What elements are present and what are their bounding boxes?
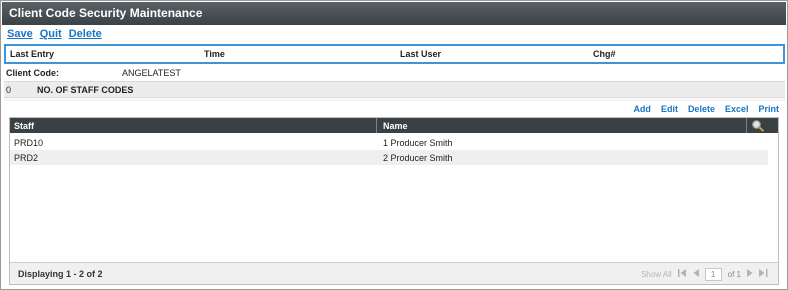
column-header-name[interactable]: Name bbox=[383, 121, 408, 131]
prev-page-icon[interactable] bbox=[693, 269, 699, 279]
time-label: Time bbox=[204, 49, 225, 59]
grid-header: Staff Name bbox=[10, 118, 778, 133]
grid-footer: Displaying 1 - 2 of 2 Show All 1 of 1 bbox=[10, 262, 778, 284]
search-icon[interactable] bbox=[751, 119, 765, 132]
displaying-count: Displaying 1 - 2 of 2 bbox=[18, 269, 103, 279]
client-code-label: Client Code: bbox=[6, 68, 59, 78]
name-cell: 2 Producer Smith bbox=[383, 153, 453, 163]
staff-codes-section-header: 0 NO. OF STAFF CODES bbox=[4, 82, 785, 98]
show-all-button[interactable]: Show All bbox=[641, 270, 672, 279]
name-cell: 1 Producer Smith bbox=[383, 138, 453, 148]
excel-button[interactable]: Excel bbox=[725, 104, 749, 114]
table-row[interactable]: PRD10 1 Producer Smith bbox=[10, 135, 768, 150]
audit-info-bar: Last Entry Time Last User Chg# bbox=[4, 44, 785, 64]
quit-button[interactable]: Quit bbox=[40, 28, 62, 42]
pager: Show All 1 of 1 bbox=[641, 267, 768, 281]
divider bbox=[4, 99, 785, 101]
print-button[interactable]: Print bbox=[758, 104, 779, 114]
grid-delete-button[interactable]: Delete bbox=[688, 104, 715, 114]
staff-cell: PRD10 bbox=[14, 138, 44, 148]
delete-button[interactable]: Delete bbox=[69, 28, 102, 42]
toolbar: Save Quit Delete bbox=[7, 28, 102, 42]
table-row[interactable]: PRD2 2 Producer Smith bbox=[10, 150, 768, 165]
staff-codes-label: NO. OF STAFF CODES bbox=[37, 85, 134, 95]
column-divider[interactable] bbox=[376, 118, 377, 133]
last-page-icon[interactable] bbox=[759, 269, 768, 279]
staff-codes-count: 0 bbox=[6, 85, 12, 95]
staff-grid: Staff Name PRD10 1 Producer Smith PRD2 2… bbox=[9, 117, 779, 285]
next-page-icon[interactable] bbox=[747, 269, 753, 279]
change-number-label: Chg# bbox=[593, 49, 616, 59]
client-code-value: ANGELATEST bbox=[122, 68, 181, 78]
page-total: of 1 bbox=[727, 269, 741, 279]
last-user-label: Last User bbox=[400, 49, 442, 59]
page-number-input[interactable]: 1 bbox=[704, 267, 722, 281]
column-divider bbox=[746, 118, 747, 133]
edit-button[interactable]: Edit bbox=[661, 104, 678, 114]
window-title: Client Code Security Maintenance bbox=[2, 2, 786, 25]
save-button[interactable]: Save bbox=[7, 28, 33, 42]
grid-actions: Add Edit Delete Excel Print bbox=[633, 104, 779, 114]
column-header-staff[interactable]: Staff bbox=[14, 121, 34, 131]
last-entry-label: Last Entry bbox=[10, 49, 55, 59]
client-code-row: Client Code: ANGELATEST bbox=[6, 68, 786, 80]
first-page-icon[interactable] bbox=[677, 269, 687, 279]
window-frame: Client Code Security Maintenance Save Qu… bbox=[0, 0, 788, 290]
add-button[interactable]: Add bbox=[633, 104, 651, 114]
staff-cell: PRD2 bbox=[14, 153, 39, 163]
